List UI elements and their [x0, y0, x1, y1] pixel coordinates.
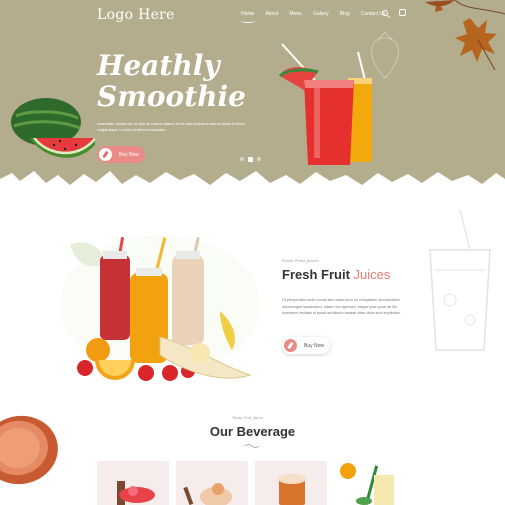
juice-bottles-image	[60, 235, 260, 381]
beverage-image	[117, 481, 155, 505]
torn-paper-edge	[0, 171, 505, 215]
beverage-card[interactable]	[255, 461, 327, 505]
slider-dot[interactable]	[240, 157, 244, 161]
brush-icon	[99, 148, 112, 161]
main-nav: Home About Menu Gallery Blog Contact Us	[241, 11, 397, 23]
grapefruit-image	[0, 415, 58, 485]
menu-icon[interactable]	[399, 9, 406, 16]
beverage-script-label: Taste Our Juice	[232, 415, 264, 420]
nav-blog[interactable]: Blog	[340, 11, 350, 17]
brush-icon	[284, 339, 297, 352]
beverage-card[interactable]	[176, 461, 248, 505]
nav-gallery[interactable]: Gallery	[313, 11, 329, 17]
slider-dot[interactable]	[257, 157, 261, 161]
maple-leaf-icon	[425, 0, 505, 70]
search-icon[interactable]	[382, 10, 388, 16]
beverage-image	[340, 463, 394, 505]
nav-about[interactable]: About	[265, 11, 278, 17]
hero-buy-now-button[interactable]: Buy Now	[97, 146, 145, 163]
juice-glasses-image	[278, 43, 372, 165]
beverage-card[interactable]	[334, 461, 406, 505]
hero-description: consectetur. Aliquis sed, do quis ad nos…	[97, 122, 245, 132]
beverage-image	[278, 474, 306, 505]
section-description: Ut perspiciatis unde omnis iste natus er…	[282, 298, 401, 315]
nav-menu[interactable]: Menu	[289, 11, 302, 17]
section-buy-now-button[interactable]: Buy Now	[282, 337, 330, 354]
glass-sketch-icon	[429, 210, 491, 351]
beverage-image	[183, 483, 232, 505]
site-logo[interactable]: Logo Here	[97, 7, 175, 23]
beverage-title: Our Beverage	[209, 424, 296, 439]
nav-home[interactable]: Home	[241, 11, 256, 23]
slider-dot-active[interactable]	[248, 157, 253, 162]
slider-dots	[240, 157, 261, 162]
section-script-label: Fresh Fruit Juices	[282, 258, 319, 263]
hero-title: Heathly Smoothie	[97, 49, 246, 113]
section-title: Fresh Fruit Juices	[282, 267, 391, 282]
watermelon-image	[11, 98, 95, 158]
beverage-card[interactable]	[97, 461, 169, 505]
wave-divider-icon	[245, 444, 259, 448]
